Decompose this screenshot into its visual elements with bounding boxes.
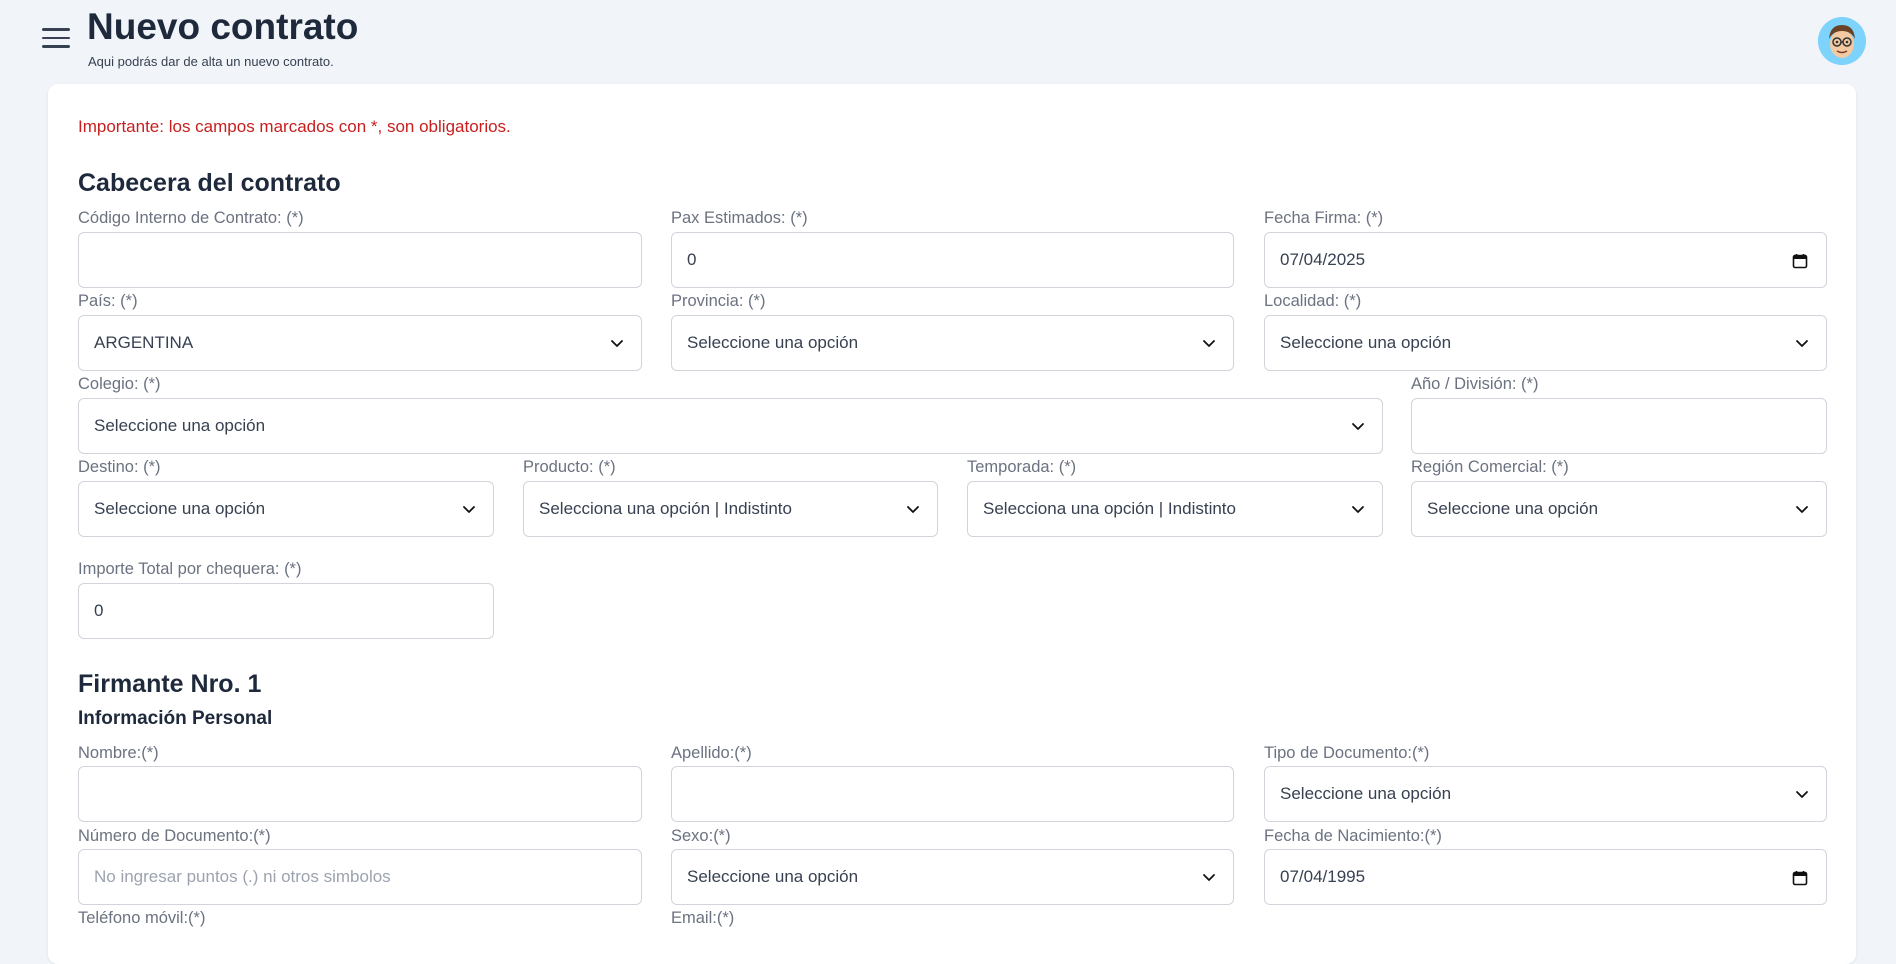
- chevron-down-icon: [611, 340, 623, 347]
- producto-label: Producto: (*): [523, 458, 616, 476]
- nombre-label: Nombre:(*): [78, 744, 159, 762]
- avatar-icon[interactable]: [1818, 17, 1866, 65]
- codigo-label: Código Interno de Contrato: (*): [78, 209, 304, 227]
- pax-input[interactable]: 0: [671, 232, 1234, 288]
- pais-label: País: (*): [78, 292, 138, 310]
- chevron-down-icon: [1352, 506, 1364, 513]
- localidad-value: Seleccione una opción: [1280, 333, 1452, 352]
- anio-division-input[interactable]: [1411, 398, 1827, 454]
- colegio-label: Colegio: (*): [78, 375, 161, 393]
- telefono-label: Teléfono móvil:(*): [78, 909, 206, 927]
- fecha-firma-label: Fecha Firma: (*): [1264, 209, 1384, 227]
- num-doc-input[interactable]: No ingresar puntos (.) ni otros simbolos: [78, 849, 642, 905]
- importe-input[interactable]: 0: [78, 583, 494, 639]
- destino-value: Seleccione una opción: [94, 499, 266, 518]
- colegio-select[interactable]: Seleccione una opción: [78, 398, 1383, 454]
- provincia-label: Provincia: (*): [671, 292, 766, 310]
- chevron-down-icon: [463, 506, 475, 513]
- section-title-contract: Cabecera del contrato: [78, 169, 341, 197]
- calendar-icon[interactable]: [1792, 870, 1808, 886]
- apellido-label: Apellido:(*): [671, 744, 752, 762]
- region-label: Región Comercial: (*): [1411, 458, 1569, 476]
- pax-label: Pax Estimados: (*): [671, 209, 808, 227]
- localidad-select[interactable]: Seleccione una opción: [1264, 315, 1827, 371]
- chevron-down-icon: [1796, 791, 1808, 798]
- region-value: Seleccione una opción: [1427, 499, 1599, 518]
- pais-value: ARGENTINA: [94, 333, 194, 352]
- chevron-down-icon: [1203, 874, 1215, 881]
- top-bar: Nuevo contrato Aqui podrás dar de alta u…: [0, 0, 1896, 84]
- nombre-input[interactable]: [78, 766, 642, 822]
- producto-value: Selecciona una opción | Indistinto: [539, 499, 792, 518]
- temporada-value: Selecciona una opción | Indistinto: [983, 499, 1236, 518]
- chevron-down-icon: [1796, 340, 1808, 347]
- required-notice: Importante: los campos marcados con *, s…: [78, 117, 511, 136]
- producto-select[interactable]: Selecciona una opción | Indistinto: [523, 481, 938, 537]
- pais-select[interactable]: ARGENTINA: [78, 315, 642, 371]
- chevron-down-icon: [907, 506, 919, 513]
- chevron-down-icon: [1203, 340, 1215, 347]
- chevron-down-icon: [1352, 423, 1364, 430]
- chevron-down-icon: [1796, 506, 1808, 513]
- anio-division-label: Año / División: (*): [1411, 375, 1539, 393]
- sexo-select[interactable]: Seleccione una opción: [671, 849, 1234, 905]
- provincia-value: Seleccione una opción: [687, 333, 859, 352]
- tipo-doc-value: Seleccione una opción: [1280, 784, 1452, 803]
- destino-select[interactable]: Seleccione una opción: [78, 481, 494, 537]
- tipo-doc-select[interactable]: Seleccione una opción: [1264, 766, 1827, 822]
- menu-icon[interactable]: [42, 28, 70, 50]
- tipo-doc-label: Tipo de Documento:(*): [1264, 744, 1430, 762]
- subsection-title-personal: Información Personal: [78, 708, 273, 729]
- localidad-label: Localidad: (*): [1264, 292, 1362, 310]
- fecha-firma-input[interactable]: 07/04/2025: [1264, 232, 1827, 288]
- codigo-input[interactable]: [78, 232, 642, 288]
- fecha-nac-label: Fecha de Nacimiento:(*): [1264, 827, 1442, 845]
- page-title: Nuevo contrato: [87, 6, 359, 47]
- sexo-value: Seleccione una opción: [687, 867, 859, 886]
- fecha-nac-value: 07/04/1995: [1280, 867, 1366, 886]
- section-title-signer: Firmante Nro. 1: [78, 670, 262, 698]
- region-select[interactable]: Seleccione una opción: [1411, 481, 1827, 537]
- fecha-nac-input[interactable]: 07/04/1995: [1264, 849, 1827, 905]
- temporada-label: Temporada: (*): [967, 458, 1077, 476]
- fecha-firma-value: 07/04/2025: [1280, 250, 1366, 269]
- email-label: Email:(*): [671, 909, 735, 927]
- colegio-value: Seleccione una opción: [94, 416, 266, 435]
- num-doc-label: Número de Documento:(*): [78, 827, 271, 845]
- apellido-input[interactable]: [671, 766, 1234, 822]
- calendar-icon[interactable]: [1792, 253, 1808, 269]
- importe-label: Importe Total por chequera: (*): [78, 560, 302, 578]
- temporada-select[interactable]: Selecciona una opción | Indistinto: [967, 481, 1383, 537]
- provincia-select[interactable]: Seleccione una opción: [671, 315, 1234, 371]
- page-subtitle: Aqui podrás dar de alta un nuevo contrat…: [88, 54, 334, 69]
- sexo-label: Sexo:(*): [671, 827, 731, 845]
- destino-label: Destino: (*): [78, 458, 161, 476]
